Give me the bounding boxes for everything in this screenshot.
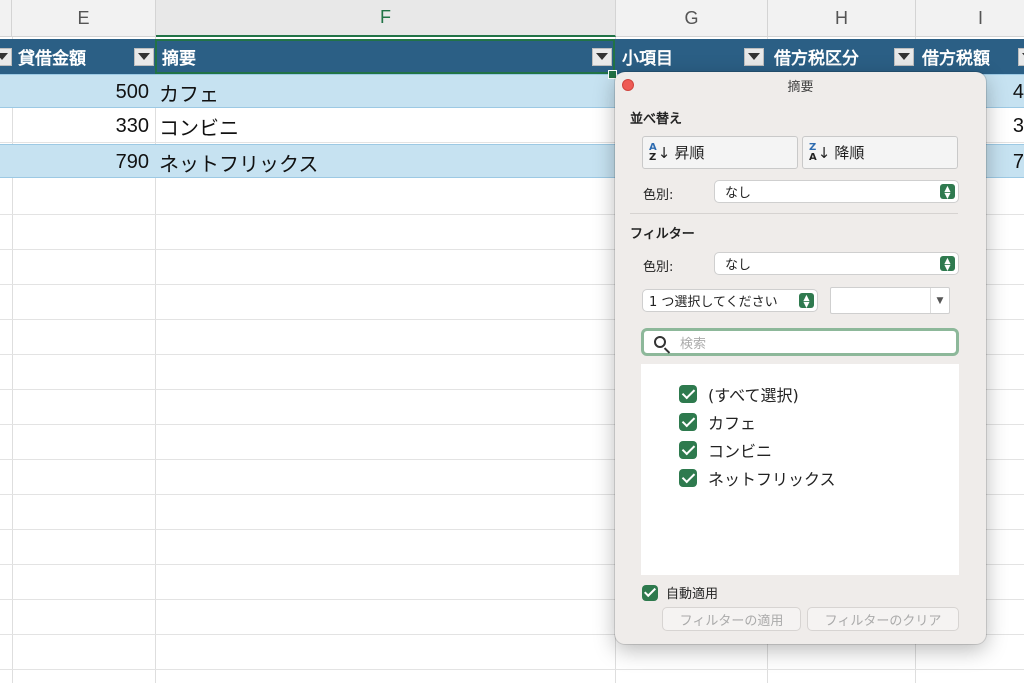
auto-apply-label: 自動適用 [666, 587, 719, 602]
search-placeholder: 検索 [680, 336, 707, 352]
filter-popup[interactable]: 摘要 並べ替え AZ ↓ 昇順 ZA ↓ 降順 色別: なし ▲ ▼ フィルター … [615, 72, 986, 644]
filter-dropdown-button[interactable] [134, 47, 154, 66]
table-header-cell-h[interactable]: 借方税区分 [768, 39, 916, 74]
sort-descending-button[interactable]: ZA ↓ 降順 [802, 136, 958, 169]
table-header-label: 摘要 [162, 49, 196, 69]
memo-cell[interactable]: カフェ [155, 75, 615, 109]
condition-select-value: 1 つ選択してください [649, 295, 778, 310]
list-item[interactable]: コンビニ [679, 438, 772, 462]
filter-section-title: フィルター [630, 227, 695, 242]
checkbox-checked-icon[interactable] [679, 469, 697, 487]
sort-descending-label: 降順 [834, 144, 865, 162]
list-item-label: コンビニ [708, 442, 773, 461]
list-item-label: カフェ [708, 414, 757, 433]
arrow-down-icon: ↓ [817, 143, 831, 162]
column-header-g[interactable]: G [616, 0, 768, 37]
chevron-down-icon[interactable]: ▼ [930, 288, 949, 313]
up-down-icon: ▲ ▼ [940, 256, 955, 271]
popup-title: 摘要 [787, 79, 814, 95]
arrow-down-icon: ↓ [657, 143, 671, 162]
sort-color-select[interactable]: なし ▲ ▼ [714, 180, 959, 203]
table-header-label: 貸借金額 [18, 49, 86, 69]
filter-dropdown-button[interactable] [894, 47, 914, 66]
table-header-label: 借方税額 [922, 49, 990, 69]
amount-cell[interactable]: 500 [12, 75, 155, 109]
table-header-cell-g[interactable]: 小項目 [616, 39, 768, 74]
table-header-cell-e[interactable]: 貸借金額 [12, 39, 156, 74]
up-down-icon: ▲ ▼ [940, 184, 955, 199]
sort-ascending-label: 昇順 [674, 144, 705, 162]
list-item[interactable]: ネットフリックス [679, 466, 836, 490]
sort-color-label: 色別: [643, 188, 674, 203]
sort-za-icon: ZA [809, 141, 817, 163]
popup-titlebar[interactable]: 摘要 [615, 72, 986, 98]
table-header-label: 小項目 [622, 49, 673, 69]
column-header-e[interactable]: E [12, 0, 156, 37]
checkbox-checked-icon[interactable] [642, 584, 658, 601]
column-header-f[interactable]: F [156, 0, 616, 37]
filter-dropdown-button[interactable] [1018, 47, 1024, 66]
sort-color-value: なし [725, 186, 752, 201]
sort-section-title: 並べ替え [630, 112, 683, 127]
filter-color-select[interactable]: なし ▲ ▼ [714, 252, 959, 275]
table-header-cell-d[interactable] [0, 39, 12, 74]
column-header-i[interactable]: I [916, 0, 1024, 37]
list-item-label: (すべて選択) [708, 386, 799, 405]
column-header-h[interactable]: H [768, 0, 916, 37]
filter-dropdown-button[interactable] [592, 47, 612, 66]
clear-filter-button[interactable]: フィルターのクリア [807, 607, 959, 631]
search-icon [654, 336, 666, 348]
condition-value-combobox[interactable]: ▼ [830, 287, 950, 314]
table-header-cell-f[interactable]: 摘要 [156, 39, 616, 74]
list-item[interactable]: (すべて選択) [679, 382, 799, 406]
checkbox-checked-icon[interactable] [679, 413, 697, 431]
filter-color-value: なし [725, 258, 752, 273]
filter-color-label: 色別: [643, 260, 674, 275]
condition-select[interactable]: 1 つ選択してください ▲ ▼ [642, 289, 818, 312]
filter-dropdown-button[interactable] [0, 47, 12, 66]
close-button[interactable] [622, 79, 634, 91]
amount-cell[interactable]: 330 [12, 109, 155, 143]
table-header-label: 借方税区分 [774, 49, 859, 69]
up-down-icon: ▲ ▼ [799, 293, 814, 308]
filter-dropdown-button[interactable] [744, 47, 764, 66]
checkbox-checked-icon[interactable] [679, 441, 697, 459]
filter-values-list[interactable]: (すべて選択) カフェ コンビニ ネットフリックス [641, 364, 959, 575]
sort-ascending-button[interactable]: AZ ↓ 昇順 [642, 136, 798, 169]
search-input[interactable]: 検索 [641, 328, 959, 356]
grid-line [0, 669, 1024, 670]
amount-cell[interactable]: 790 [12, 145, 155, 179]
auto-apply-toggle[interactable]: 自動適用 [642, 583, 718, 602]
column-header-d[interactable] [0, 0, 12, 37]
table-header-cell-i[interactable]: 借方税額 [916, 39, 1024, 74]
divider [630, 213, 958, 214]
apply-filter-button[interactable]: フィルターの適用 [662, 607, 801, 631]
list-item-label: ネットフリックス [708, 470, 836, 489]
sort-az-icon: AZ [649, 141, 657, 163]
memo-cell[interactable]: ネットフリックス [155, 145, 615, 179]
checkbox-checked-icon[interactable] [679, 385, 697, 403]
list-item[interactable]: カフェ [679, 410, 756, 434]
memo-cell[interactable]: コンビニ [155, 109, 615, 143]
